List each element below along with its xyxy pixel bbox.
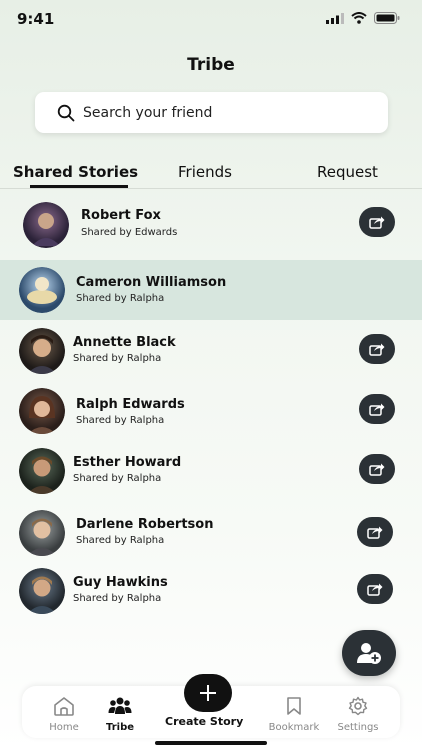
nav-home[interactable]: Home [34, 696, 94, 733]
page-title: Tribe [187, 55, 235, 75]
nav-bookmark[interactable]: Bookmark [264, 696, 324, 733]
search-icon [57, 104, 75, 121]
avatar [23, 202, 69, 248]
story-name: Cameron Williamson [76, 275, 227, 290]
status-bar: 9:41 [0, 0, 422, 40]
story-row-annette-black[interactable]: Annette Black Shared by Ralpha [0, 320, 422, 380]
story-name: Robert Fox [81, 208, 161, 223]
wifi-icon [351, 12, 367, 24]
nav-label: Home [49, 722, 79, 733]
share-icon [369, 216, 385, 229]
status-icons [326, 12, 400, 24]
create-story-button[interactable] [184, 674, 232, 712]
avatar [19, 388, 65, 434]
nav-label: Settings [337, 722, 379, 733]
search-input[interactable] [81, 103, 365, 122]
signal-icon [326, 12, 344, 24]
story-shared-by: Shared by Ralpha [73, 473, 162, 484]
share-button[interactable] [357, 517, 393, 547]
tab-shared-stories[interactable]: Shared Stories [13, 163, 138, 181]
status-time: 9:41 [17, 10, 55, 28]
story-row-esther-howard[interactable]: Esther Howard Shared by Ralpha [0, 440, 422, 500]
story-row-cameron-williamson[interactable]: Cameron Williamson Shared by Ralpha [0, 260, 422, 320]
story-name: Guy Hawkins [73, 575, 168, 590]
nav-settings[interactable]: Settings [328, 696, 388, 733]
avatar [19, 510, 65, 556]
gear-icon [348, 696, 368, 716]
story-shared-by: Shared by Ralpha [73, 353, 162, 364]
story-name: Darlene Robertson [76, 517, 214, 532]
story-row-darlene-robertson[interactable]: Darlene Robertson Shared by Ralpha [0, 503, 422, 563]
story-name: Annette Black [73, 335, 176, 350]
battery-icon [374, 12, 400, 24]
story-row-guy-hawkins[interactable]: Guy Hawkins Shared by Ralpha [0, 560, 422, 620]
tab-bar: Shared Stories Friends Request [0, 158, 422, 189]
add-user-icon [357, 643, 381, 664]
share-icon [367, 526, 383, 539]
home-indicator [155, 741, 267, 745]
share-button[interactable] [357, 574, 393, 604]
story-shared-by: Shared by Ralpha [76, 535, 165, 546]
bookmark-icon [287, 697, 301, 715]
avatar [19, 267, 65, 313]
tab-request[interactable]: Request [317, 163, 378, 181]
active-tab-indicator [30, 185, 128, 188]
share-button[interactable] [359, 454, 395, 484]
story-shared-by: Shared by Ralpha [76, 415, 165, 426]
story-row-robert-fox[interactable]: Robert Fox Shared by Edwards [0, 195, 422, 255]
tab-friends[interactable]: Friends [178, 163, 232, 181]
share-button[interactable] [359, 207, 395, 237]
create-story-label[interactable]: Create Story [165, 715, 243, 728]
plus-icon [200, 685, 216, 701]
share-icon [369, 403, 385, 416]
share-icon [367, 583, 383, 596]
share-icon [369, 343, 385, 356]
avatar [19, 448, 65, 494]
add-friend-button[interactable] [342, 630, 396, 676]
home-icon [54, 697, 74, 716]
share-icon [369, 463, 385, 476]
story-shared-by: Shared by Edwards [81, 227, 178, 238]
avatar [19, 328, 65, 374]
story-name: Esther Howard [73, 455, 182, 470]
story-name: Ralph Edwards [76, 397, 185, 412]
people-icon [108, 697, 132, 714]
nav-tribe[interactable]: Tribe [90, 696, 150, 733]
story-shared-by: Shared by Ralpha [76, 293, 165, 304]
story-shared-by: Shared by Ralpha [73, 593, 162, 604]
share-button[interactable] [359, 394, 395, 424]
avatar [19, 568, 65, 614]
share-button[interactable] [359, 334, 395, 364]
search-bar[interactable] [35, 92, 388, 133]
nav-label: Tribe [105, 722, 135, 733]
story-row-ralph-edwards[interactable]: Ralph Edwards Shared by Ralpha [0, 380, 422, 440]
nav-label: Bookmark [268, 722, 320, 733]
